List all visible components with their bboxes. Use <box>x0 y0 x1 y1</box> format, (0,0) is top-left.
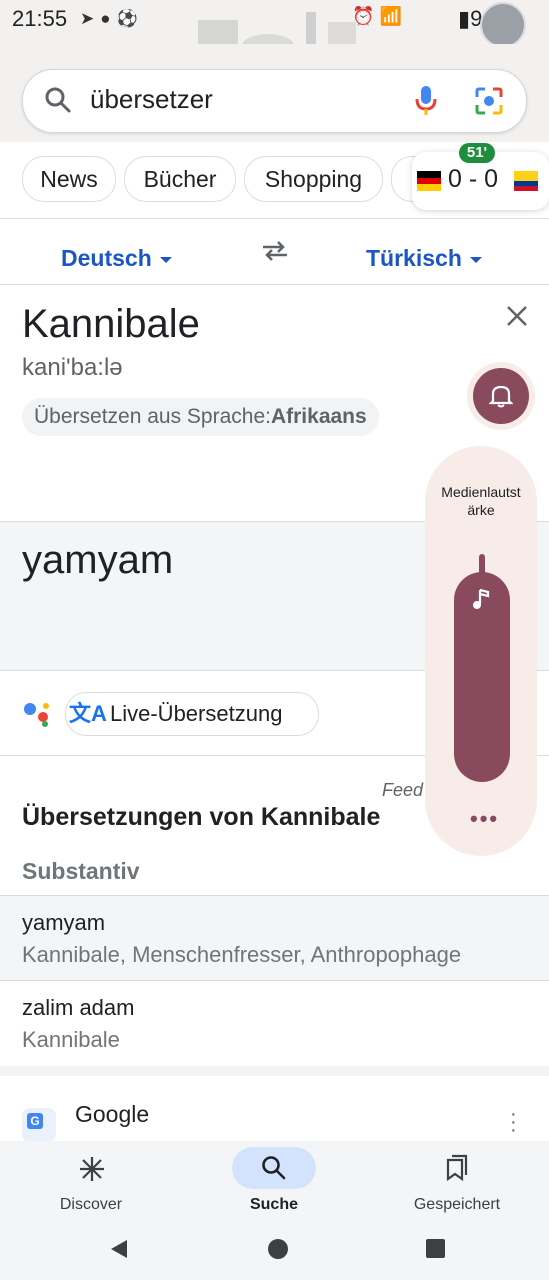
match-minute-badge: 51' <box>459 143 495 163</box>
divider <box>0 284 549 285</box>
more-icon[interactable]: ••• <box>470 806 499 832</box>
nav-saved-label[interactable]: Gespeichert <box>387 1196 527 1214</box>
system-icons: ⏰ 📶 <box>352 6 402 27</box>
translations-heading: Übersetzungen von Kannibale <box>22 803 381 831</box>
messenger-icon: ● <box>100 9 117 28</box>
search-input[interactable]: übersetzer <box>90 84 213 115</box>
translation-word: zalim adam <box>22 995 135 1020</box>
source-language-select[interactable]: Deutsch <box>61 245 172 272</box>
feedback-link[interactable]: Feed <box>382 780 423 801</box>
music-note-icon <box>473 588 490 609</box>
notification-icons: ➤●⚽ <box>80 9 144 29</box>
close-icon[interactable] <box>506 305 528 327</box>
live-translation-button[interactable]: 文A Live-Übersetzung <box>65 692 319 736</box>
target-language-select[interactable]: Türkisch <box>366 245 482 272</box>
recents-icon[interactable] <box>426 1239 445 1258</box>
saved-icon[interactable] <box>444 1154 470 1182</box>
translation-row[interactable]: zalim adam Kannibale <box>0 981 549 1065</box>
search-icon[interactable] <box>44 86 72 114</box>
translation-word: yamyam <box>22 910 106 935</box>
soccer-icon: ⚽ <box>116 9 144 28</box>
chip-news[interactable]: News <box>22 156 116 202</box>
translation-synonyms: Kannibale, Menschenfresser, Anthropophag… <box>22 942 462 967</box>
status-time: 21:55 <box>12 6 68 31</box>
ringer-mode-button[interactable] <box>473 368 529 424</box>
mic-icon[interactable] <box>414 84 438 118</box>
translated-text: yamyam <box>22 538 174 582</box>
media-volume-slider[interactable] <box>454 572 510 782</box>
chevron-down-icon <box>469 256 482 263</box>
divider <box>0 218 549 219</box>
swap-icon[interactable] <box>261 240 289 262</box>
lens-icon[interactable] <box>474 86 504 116</box>
score-result: 0 - 0 <box>448 165 499 193</box>
home-icon[interactable] <box>268 1239 288 1259</box>
translation-row[interactable]: yamyam Kannibale, Menschenfresser, Anthr… <box>0 896 549 980</box>
section-separator <box>0 1066 549 1076</box>
telegram-icon: ➤ <box>80 9 101 28</box>
chip-shopping[interactable]: Shopping <box>244 156 383 202</box>
bell-icon <box>489 385 513 408</box>
source-text-input[interactable]: Kannibale <box>22 302 200 347</box>
translation-synonyms: Kannibale <box>22 1027 120 1052</box>
assistant-icon <box>24 703 49 727</box>
nav-search-label[interactable]: Suche <box>204 1196 344 1214</box>
search-icon[interactable] <box>261 1155 287 1181</box>
back-icon[interactable] <box>107 1238 129 1260</box>
translate-icon: 文A <box>69 701 107 726</box>
more-vert-icon[interactable]: · · · <box>510 1104 517 1140</box>
google-translate-icon: G <box>22 1108 56 1142</box>
alarm-icon: ⏰ <box>352 6 375 26</box>
part-of-speech-label: Substantiv <box>22 858 140 884</box>
flag-colombia-icon <box>514 171 538 191</box>
detect-language-suggestion[interactable]: Übersetzen aus Sprache:Afrikaans <box>22 398 379 436</box>
avatar[interactable] <box>480 2 526 48</box>
chevron-down-icon <box>159 256 172 263</box>
chip-books[interactable]: Bücher <box>124 156 236 202</box>
phonetic-text: kani'ba:lə <box>22 354 123 381</box>
battery-icon: ▮ <box>458 6 471 31</box>
flag-germany-icon <box>417 171 441 191</box>
result-site-name[interactable]: Google <box>75 1101 149 1128</box>
nav-discover-label[interactable]: Discover <box>21 1196 161 1214</box>
volume-label: Medienlautst ärke <box>441 484 521 518</box>
wifi-icon: 📶 <box>379 6 402 26</box>
discover-icon[interactable] <box>78 1155 106 1183</box>
